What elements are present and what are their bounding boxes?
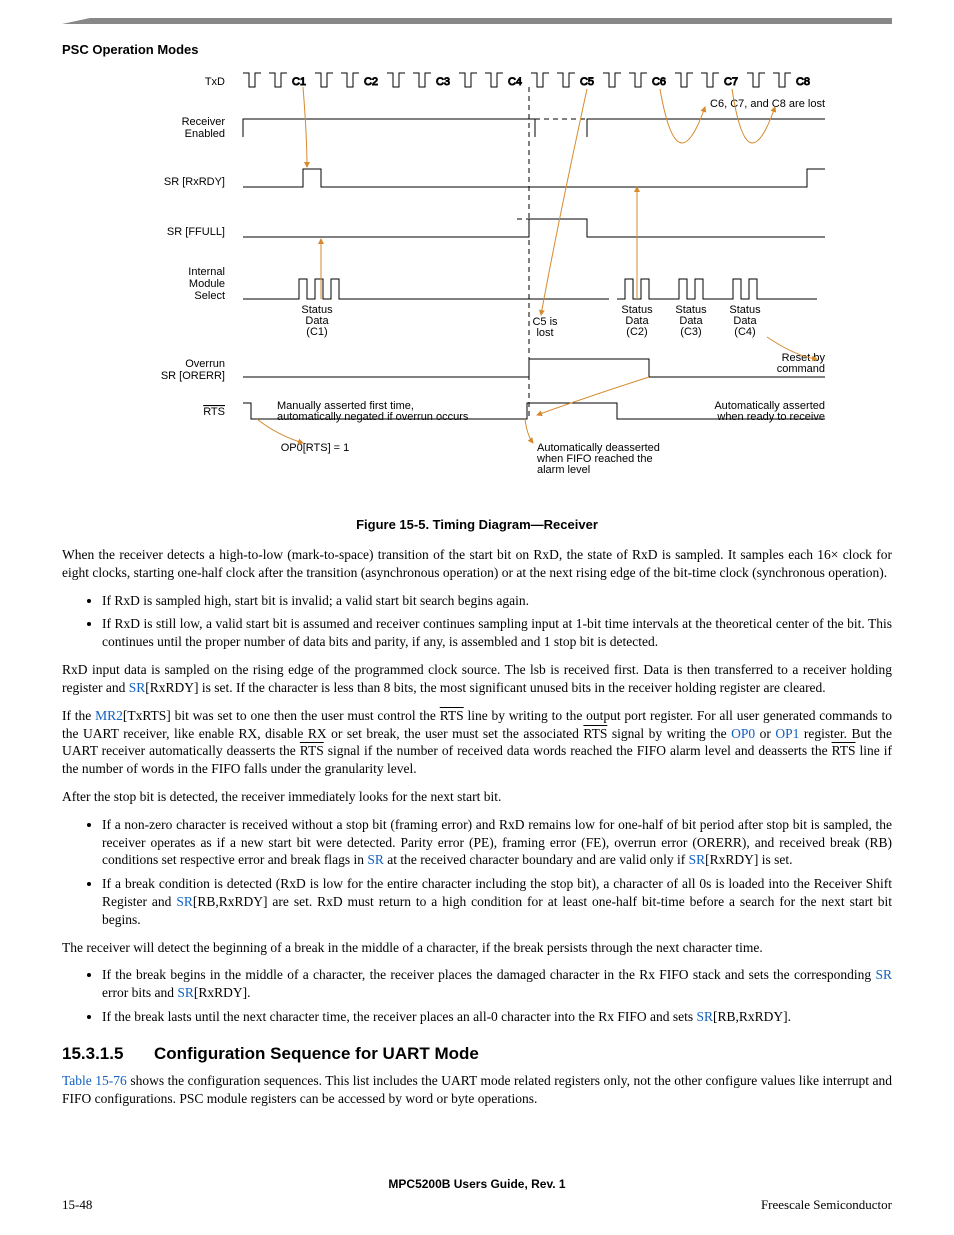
running-header: PSC Operation Modes [62,42,892,57]
xref-mr2[interactable]: MR2 [95,708,123,723]
subsection-number: 15.3.1.5 [62,1044,154,1064]
signal-label: TxD [205,76,225,88]
footer-page-number: 15-48 [62,1197,92,1213]
text-run: If the break lasts until the next charac… [102,1009,697,1024]
xref-sr[interactable]: SR [129,680,146,695]
bullet-list: If the break begins in the middle of a c… [102,966,892,1025]
text-run: signal if the number of received data wo… [324,743,832,758]
subsection-heading: 15.3.1.5Configuration Sequence for UART … [62,1044,892,1064]
signal-label: SR [FFULL] [167,226,225,238]
op0-note: OP0[RTS] = 1 [281,442,350,454]
text-run: [RB,RxRDY] are set. RxD must return to a… [102,894,892,927]
text-run: or [755,726,775,741]
bullet-list: If a non-zero character is received with… [102,816,892,929]
xref-op0[interactable]: OP0 [731,726,755,741]
list-item: If the break begins in the middle of a c… [102,966,892,1002]
header-rule [90,18,892,24]
xref-sr[interactable]: SR [176,894,193,909]
rts-overline: RTS [440,708,464,723]
signal-label: RTS [203,406,225,418]
text-run: shows the configuration sequences. This … [62,1073,892,1106]
txd-waveform: C1 C2 C3 C4 C5 C6 [243,73,810,88]
list-item: If a non-zero character is received with… [102,816,892,869]
rts-auto: Automatically assertedwhen ready to rece… [714,400,825,423]
footer-vendor: Freescale Semiconductor [761,1197,892,1213]
text-run: error bits and [102,985,177,1000]
xref-sr[interactable]: SR [689,852,706,867]
rts-overline: RTS [832,743,856,758]
xref-sr[interactable]: SR [177,985,194,1000]
text-run: [TxRTS] bit was set to one then the user… [123,708,440,723]
figure-caption: Figure 15-5. Timing Diagram—Receiver [62,517,892,532]
xref-sr[interactable]: SR [697,1009,714,1024]
svg-text:C4: C4 [508,76,522,88]
signal-label: ReceiverEnabled [182,116,226,140]
xref-op1[interactable]: OP1 [775,726,799,741]
list-item: If a break condition is detected (RxD is… [102,875,892,928]
text-run: [RxRDY] is set. If the character is less… [145,680,825,695]
xref-sr[interactable]: SR [367,852,384,867]
body-paragraph: After the stop bit is detected, the rece… [62,788,892,806]
svg-text:C3: C3 [436,76,450,88]
auto-deassert: Automatically deassertedwhen FIFO reache… [536,442,660,476]
lost-note: C6, C7, and C8 are lost [710,98,825,110]
signal-label: SR [RxRDY] [164,176,225,188]
list-item: If RxD is sampled high, start bit is inv… [102,592,892,610]
svg-text:StatusData(C3): StatusData(C3) [675,304,707,338]
svg-text:C8: C8 [796,76,810,88]
svg-text:StatusData(C2): StatusData(C2) [621,304,653,338]
svg-text:C6: C6 [652,76,666,88]
text-run: [RxRDY] is set. [705,852,792,867]
svg-text:StatusData(C1): StatusData(C1) [301,304,333,338]
body-paragraph: The receiver will detect the beginning o… [62,939,892,957]
xref-sr[interactable]: SR [875,967,892,982]
svg-text:StatusData(C4): StatusData(C4) [729,304,761,338]
rts-manual: Manually asserted first time,automatical… [277,400,469,423]
footer-center: MPC5200B Users Guide, Rev. 1 [0,1177,954,1191]
list-item: If the break lasts until the next charac… [102,1008,892,1026]
body-paragraph: When the receiver detects a high-to-low … [62,546,892,582]
recv-enabled-wave [243,119,535,137]
text-run: at the received character boundary and a… [384,852,689,867]
bullet-list: If RxD is sampled high, start bit is inv… [102,592,892,651]
body-paragraph: Table 15-76 shows the configuration sequ… [62,1072,892,1108]
text-run: [RxRDY]. [194,985,251,1000]
text-run: signal by writing the [607,726,731,741]
svg-text:C7: C7 [724,76,738,88]
subsection-title: Configuration Sequence for UART Mode [154,1044,479,1063]
text-run: If the [62,708,95,723]
signal-label: OverrunSR [ORERR] [161,358,225,382]
xref-table[interactable]: Table 15-76 [62,1073,127,1088]
svg-text:C2: C2 [364,76,378,88]
list-item: If RxD is still low, a valid start bit i… [102,615,892,651]
text-run: [RB,RxRDY]. [713,1009,791,1024]
svg-text:C5 islost: C5 islost [532,316,558,339]
signal-label: InternalModuleSelect [188,266,225,302]
body-paragraph: If the MR2[TxRTS] bit was set to one the… [62,707,892,778]
document-page: PSC Operation Modes TxD C1 C2 [0,0,954,1235]
rts-overline: RTS [583,726,607,741]
text-run: If the break begins in the middle of a c… [102,967,875,982]
timing-diagram: TxD C1 C2 C3 C4 [107,67,847,507]
svg-text:C1: C1 [292,76,306,88]
figure-container: TxD C1 C2 C3 C4 [62,67,892,532]
rts-overline: RTS [300,743,324,758]
body-paragraph: RxD input data is sampled on the rising … [62,661,892,697]
svg-text:C5: C5 [580,76,594,88]
